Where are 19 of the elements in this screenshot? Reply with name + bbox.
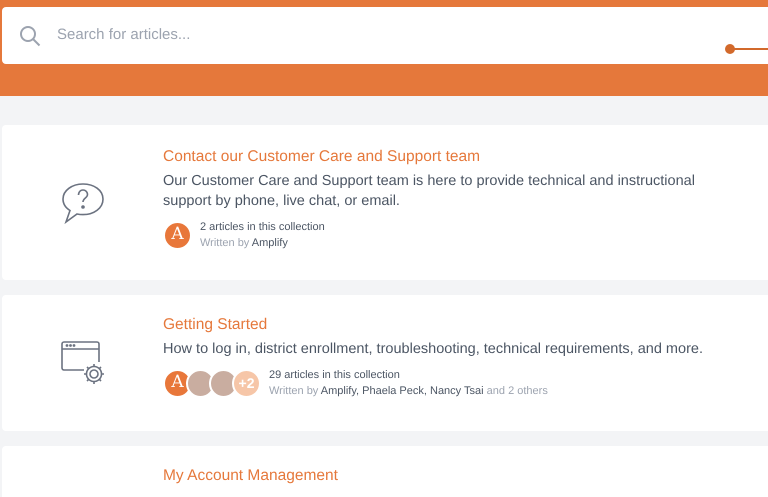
search-icon <box>19 24 41 46</box>
collection-description: Our Customer Care and Support team is here to provide technical and instructional support by phone, live chat, or email. <box>163 172 696 211</box>
collection-card[interactable] <box>2 125 768 280</box>
question-bubble-icon <box>60 182 106 224</box>
collection-title[interactable]: Contact our Customer Care and Support team <box>163 147 723 167</box>
authors-line: Written by Amplify <box>200 236 289 251</box>
collection-card[interactable]: Getting Started How to log in, district enrollment, troubleshooting, technical requirements, and more. A +2 29 articles in this collection Written by Amplify, Phaela Peck, Nancy Tsai and 2 others <box>2 295 768 431</box>
more-authors-badge: +2 <box>232 368 261 398</box>
collection-description: How to log in, district enrollment, troubleshooting, technical requirements, and more. <box>163 340 704 359</box>
slider-handle-icon <box>724 43 768 55</box>
article-count: 29 articles in this collection <box>269 368 401 383</box>
collection-title[interactable]: My Account Management <box>163 466 338 486</box>
collection-title[interactable]: Getting Started <box>163 315 723 335</box>
article-count: 2 articles in this collection <box>200 220 325 235</box>
search-input[interactable]: Search for articles... <box>57 24 457 47</box>
authors-line: Written by Amplify, Phaela Peck, Nancy Tsai and 2 others <box>269 384 548 399</box>
author-avatar: A <box>163 220 192 250</box>
browser-gear-icon <box>60 340 106 386</box>
collection-card[interactable]: My Account Management <box>2 446 768 497</box>
